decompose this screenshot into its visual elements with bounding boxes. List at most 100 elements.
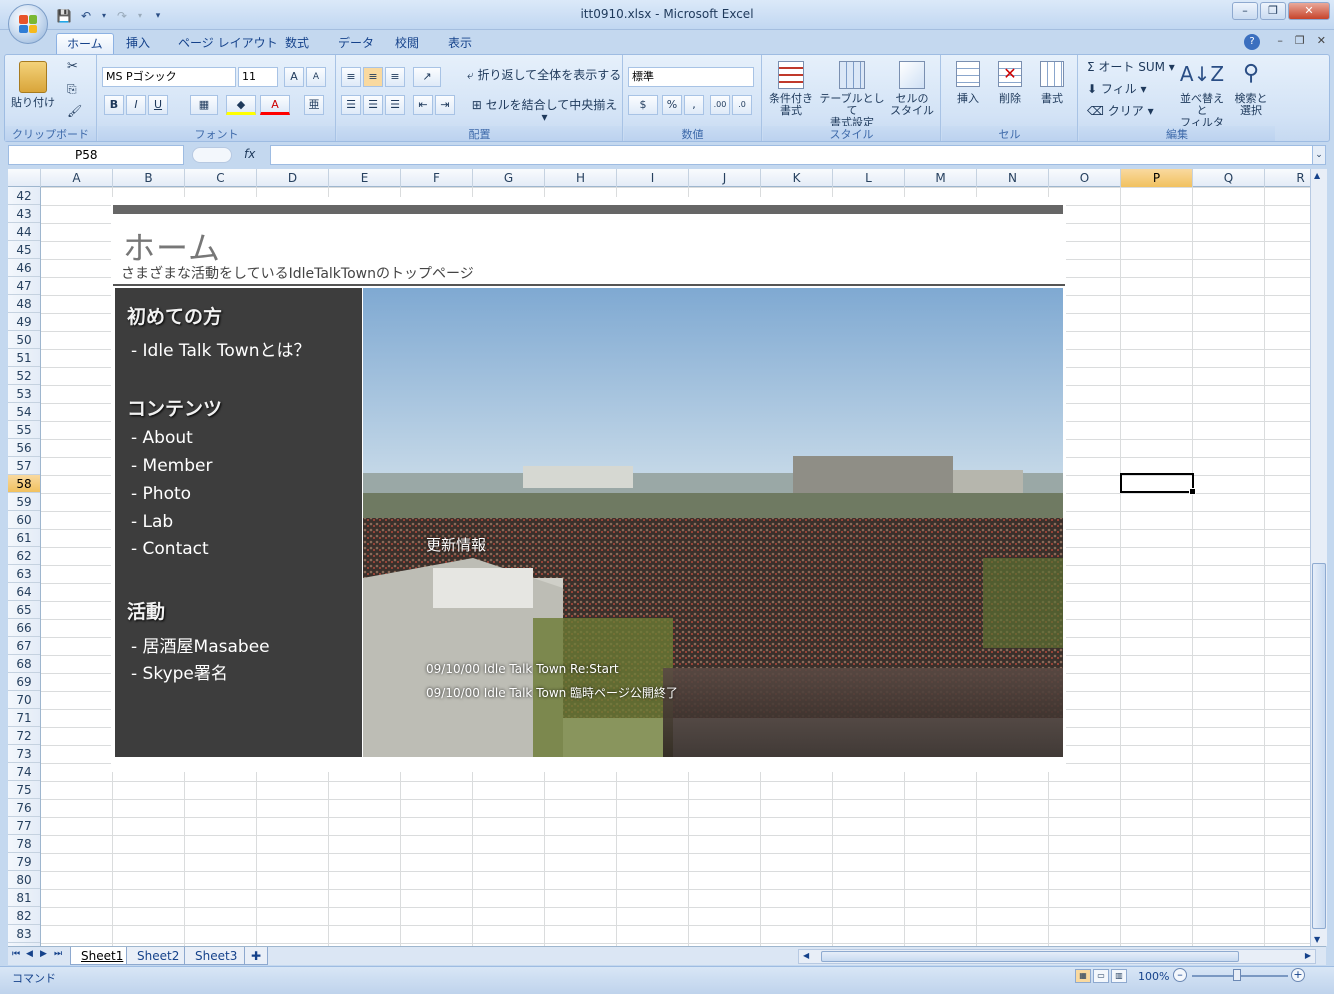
formula-input[interactable] [270,145,1318,165]
horizontal-scroll-thumb[interactable] [821,951,1239,962]
column-header-o[interactable]: O [1049,169,1121,187]
workbook-restore-icon[interactable]: ❐ [1295,34,1305,47]
row-header-52[interactable]: 52 [8,367,40,385]
row-header-66[interactable]: 66 [8,619,40,637]
align-middle-button[interactable]: ≡ [363,67,383,87]
italic-button[interactable]: I [126,95,146,115]
prev-sheet-icon[interactable]: ◀ [26,949,33,959]
tab-page-layout[interactable]: ページ レイアウト [168,33,288,54]
row-header-47[interactable]: 47 [8,277,40,295]
sidebar-link-contact[interactable]: - Contact [131,539,209,559]
row-header-74[interactable]: 74 [8,763,40,781]
row-header-64[interactable]: 64 [8,583,40,601]
scroll-down-icon[interactable]: ▼ [1314,935,1320,944]
sheet-tab-sheet2[interactable]: Sheet2 [126,947,191,965]
fill-button[interactable]: ⬇ フィル ▾ [1087,83,1146,95]
select-all-corner[interactable] [8,169,41,187]
insert-cells-button[interactable]: 挿入 [948,61,988,105]
find-select-button[interactable]: ⚲ 検索と 選択 [1231,61,1271,117]
row-header-63[interactable]: 63 [8,565,40,583]
align-top-button[interactable]: ≡ [341,67,361,87]
row-header-80[interactable]: 80 [8,871,40,889]
align-bottom-button[interactable]: ≡ [385,67,405,87]
row-header-55[interactable]: 55 [8,421,40,439]
insert-sheet-icon[interactable]: ✚ [244,947,269,965]
align-right-button[interactable]: ☰ [385,95,405,115]
row-header-56[interactable]: 56 [8,439,40,457]
row-header-65[interactable]: 65 [8,601,40,619]
column-header-k[interactable]: K [761,169,833,187]
clear-button[interactable]: ⌫ クリア ▾ [1087,105,1154,117]
increase-indent-button[interactable]: ⇥ [435,95,455,115]
insert-function-icon[interactable]: fx [244,147,255,161]
page-break-view-icon[interactable]: ▥ [1111,969,1127,983]
phonetic-button[interactable]: 亜 [304,95,324,115]
sheet-tab-sheet3[interactable]: Sheet3 [184,947,249,965]
column-header-e[interactable]: E [329,169,401,187]
column-header-r[interactable]: R [1265,169,1310,187]
row-header-54[interactable]: 54 [8,403,40,421]
row-header-43[interactable]: 43 [8,205,40,223]
row-header-81[interactable]: 81 [8,889,40,907]
column-header-m[interactable]: M [905,169,977,187]
shrink-font-button[interactable]: A [306,67,326,87]
row-header-73[interactable]: 73 [8,745,40,763]
font-size-select[interactable]: 11 [238,67,278,87]
row-header-57[interactable]: 57 [8,457,40,475]
row-header-42[interactable]: 42 [8,187,40,205]
workbook-minimize-icon[interactable]: – [1277,34,1283,47]
row-header-70[interactable]: 70 [8,691,40,709]
restore-button[interactable]: ❐ [1260,2,1286,20]
percent-button[interactable]: % [662,95,682,115]
vertical-scroll-thumb[interactable] [1312,563,1326,929]
news-item[interactable]: 09/10/00 Idle Talk Town 臨時ページ公開終了 [426,684,678,701]
font-name-select[interactable]: MS Pゴシック [102,67,236,87]
zoom-slider-thumb[interactable] [1233,969,1241,981]
scroll-right-icon[interactable]: ▶ [1305,951,1311,960]
currency-button[interactable]: $ [628,95,658,115]
row-header-67[interactable]: 67 [8,637,40,655]
bold-button[interactable]: B [104,95,124,115]
zoom-level[interactable]: 100% [1138,970,1169,983]
number-format-select[interactable]: 標準 [628,67,754,87]
zoom-out-icon[interactable]: – [1173,968,1187,982]
row-header-79[interactable]: 79 [8,853,40,871]
tab-review[interactable]: 校閲 [385,33,429,54]
grow-font-button[interactable]: A [284,67,304,87]
scroll-left-icon[interactable]: ◀ [803,951,809,960]
sidebar-link-skype[interactable]: - Skype署名 [131,659,228,684]
workbook-close-icon[interactable]: ✕ [1317,34,1326,47]
minimize-button[interactable]: – [1232,2,1258,20]
wrap-text-button[interactable]: ⤶ 折り返して全体を表示する [467,69,621,81]
row-header-48[interactable]: 48 [8,295,40,313]
next-sheet-icon[interactable]: ▶ [40,949,47,959]
last-sheet-icon[interactable]: ⏭ [54,949,62,959]
column-header-b[interactable]: B [113,169,185,187]
sidebar-link-about[interactable]: - About [131,428,193,448]
row-header-62[interactable]: 62 [8,547,40,565]
row-header-76[interactable]: 76 [8,799,40,817]
tab-home[interactable]: ホーム [56,33,114,54]
row-header-53[interactable]: 53 [8,385,40,403]
row-header-82[interactable]: 82 [8,907,40,925]
tab-data[interactable]: データ [328,33,384,54]
comma-button[interactable]: , [684,95,704,115]
align-center-button[interactable]: ☰ [363,95,383,115]
normal-view-icon[interactable]: ▦ [1075,969,1091,983]
scroll-up-icon[interactable]: ▲ [1314,171,1320,180]
increase-decimal-button[interactable]: .00 [710,95,730,115]
cell-styles-button[interactable]: セルの スタイル [887,61,937,117]
row-header-78[interactable]: 78 [8,835,40,853]
decrease-decimal-button[interactable]: .0 [732,95,752,115]
delete-cells-button[interactable]: ✕ 削除 [990,61,1030,105]
orientation-button[interactable]: ↗ [413,67,441,87]
active-cell[interactable] [1120,473,1196,495]
column-header-l[interactable]: L [833,169,905,187]
decrease-indent-button[interactable]: ⇤ [413,95,433,115]
zoom-in-icon[interactable]: + [1291,968,1305,982]
column-header-h[interactable]: H [545,169,617,187]
font-color-button[interactable]: A [260,95,290,115]
tab-formulas[interactable]: 数式 [275,33,319,54]
sidebar-link-lab[interactable]: - Lab [131,512,173,532]
tab-insert[interactable]: 挿入 [116,33,160,54]
